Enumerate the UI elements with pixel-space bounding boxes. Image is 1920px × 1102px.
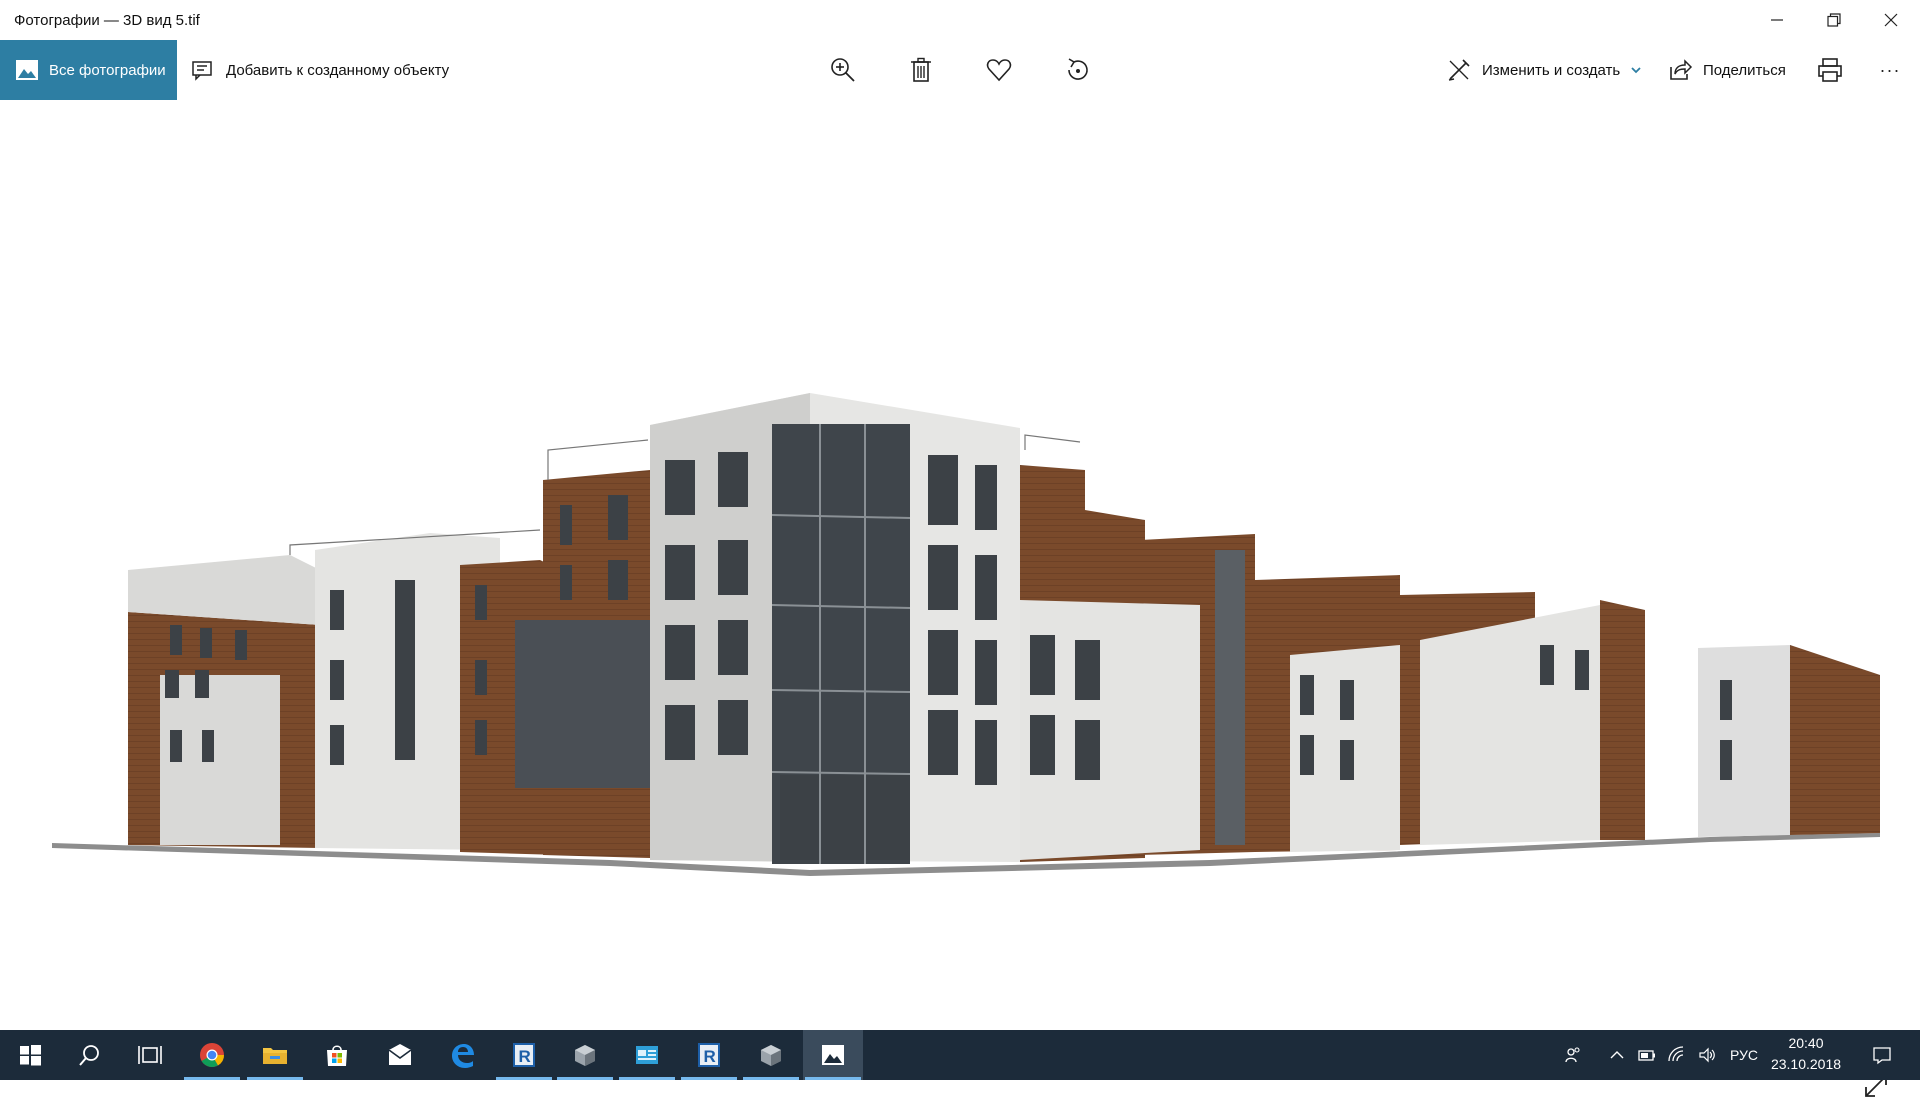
language-label: РУС	[1729, 1047, 1759, 1063]
app-cube-icon	[761, 1045, 781, 1066]
wifi-icon	[1668, 1046, 1684, 1062]
taskbar-revit-1[interactable]: R	[494, 1030, 554, 1080]
close-button[interactable]	[1862, 0, 1919, 40]
restore-icon	[1826, 13, 1841, 27]
photo-collection-icon	[16, 60, 38, 80]
taskbar-app-window[interactable]	[617, 1030, 677, 1080]
volume-button[interactable]	[1692, 1030, 1722, 1080]
favorite-button[interactable]	[969, 40, 1029, 100]
taskbar-file-explorer[interactable]	[245, 1030, 305, 1080]
add-to-album-icon	[192, 61, 212, 81]
battery-button[interactable]	[1632, 1030, 1662, 1080]
rotate-icon	[1068, 58, 1088, 80]
add-to-creation-button[interactable]: Добавить к созданному объекту	[190, 40, 449, 100]
command-bar: Все фотографии Добавить к созданному объ…	[0, 40, 1920, 100]
all-photos-button[interactable]: Все фотографии	[0, 40, 177, 100]
notification-icon	[1873, 1047, 1891, 1065]
file-explorer-icon	[263, 1048, 287, 1064]
chrome-icon	[200, 1043, 224, 1068]
zoom-in-icon	[831, 58, 855, 82]
taskbar-app-cube-2[interactable]	[741, 1030, 801, 1080]
people-icon	[1565, 1047, 1580, 1063]
more-button[interactable]: ···	[1860, 40, 1920, 100]
chevron-up-icon	[1610, 1051, 1624, 1059]
edit-create-button[interactable]: Изменить и создать	[1446, 40, 1642, 100]
revit-icon: R	[698, 1043, 720, 1067]
app-window-icon	[636, 1046, 658, 1064]
start-button[interactable]	[0, 1030, 60, 1080]
more-label: ···	[1879, 59, 1901, 80]
edit-create-label: Изменить и создать	[1482, 61, 1621, 79]
share-label: Поделиться	[1703, 61, 1786, 79]
store-icon	[327, 1045, 347, 1066]
window-title: Фотографии — 3D вид 5.tif	[14, 11, 200, 29]
restore-button[interactable]	[1805, 0, 1862, 40]
printer-icon	[1818, 58, 1842, 82]
taskbar-chrome[interactable]	[182, 1030, 242, 1080]
share-icon	[1670, 59, 1693, 80]
taskbar-app-cube-1[interactable]	[555, 1030, 615, 1080]
svg-text:R: R	[519, 1047, 531, 1066]
task-view-icon	[138, 1046, 162, 1064]
edit-create-icon	[1448, 59, 1470, 81]
taskbar-revit-2[interactable]: R	[679, 1030, 739, 1080]
battery-icon	[1638, 1050, 1655, 1061]
delete-button[interactable]	[891, 40, 951, 100]
taskbar-mail[interactable]	[370, 1030, 430, 1080]
clock[interactable]: 20:40 23.10.2018	[1764, 1033, 1848, 1075]
show-hidden-icons-button[interactable]	[1602, 1030, 1632, 1080]
network-button[interactable]	[1662, 1030, 1692, 1080]
action-center-button[interactable]	[1860, 1030, 1904, 1080]
windows-start-icon	[20, 1045, 41, 1066]
language-indicator[interactable]: РУС	[1724, 1030, 1764, 1080]
zoom-button[interactable]	[813, 40, 873, 100]
minimize-button[interactable]	[1748, 0, 1805, 40]
mail-icon	[388, 1044, 412, 1065]
heart-icon	[986, 59, 1012, 82]
title-bar: Фотографии — 3D вид 5.tif	[0, 0, 1920, 40]
print-button[interactable]	[1800, 40, 1860, 100]
taskbar-edge[interactable]	[432, 1030, 492, 1080]
people-button[interactable]	[1555, 1030, 1591, 1080]
app-cube-icon	[575, 1045, 595, 1066]
volume-icon	[1699, 1047, 1715, 1063]
revit-icon: R	[513, 1043, 535, 1067]
clock-date: 23.10.2018	[1770, 1056, 1842, 1072]
building-render-image	[52, 393, 1880, 876]
taskbar-photos[interactable]	[803, 1030, 863, 1080]
rotate-button[interactable]	[1048, 40, 1108, 100]
taskbar-store[interactable]	[307, 1030, 367, 1080]
clock-time: 20:40	[1788, 1035, 1824, 1051]
trash-icon	[911, 57, 931, 82]
taskbar: R R РУС 20:40 23.10.2018	[0, 1030, 1920, 1080]
photos-icon	[822, 1045, 844, 1065]
add-to-creation-label: Добавить к созданному объекту	[226, 61, 450, 79]
edge-icon	[452, 1044, 474, 1068]
search-icon	[79, 1045, 99, 1066]
minimize-icon	[1770, 19, 1783, 21]
task-view-button[interactable]	[120, 1030, 180, 1080]
svg-text:R: R	[704, 1047, 716, 1066]
search-button[interactable]	[60, 1030, 120, 1080]
chevron-down-icon	[1631, 67, 1641, 74]
share-button[interactable]: Поделиться	[1667, 40, 1786, 100]
all-photos-label: Все фотографии	[49, 61, 166, 79]
close-icon	[1884, 13, 1897, 27]
photo-viewer[interactable]	[0, 100, 1920, 1097]
